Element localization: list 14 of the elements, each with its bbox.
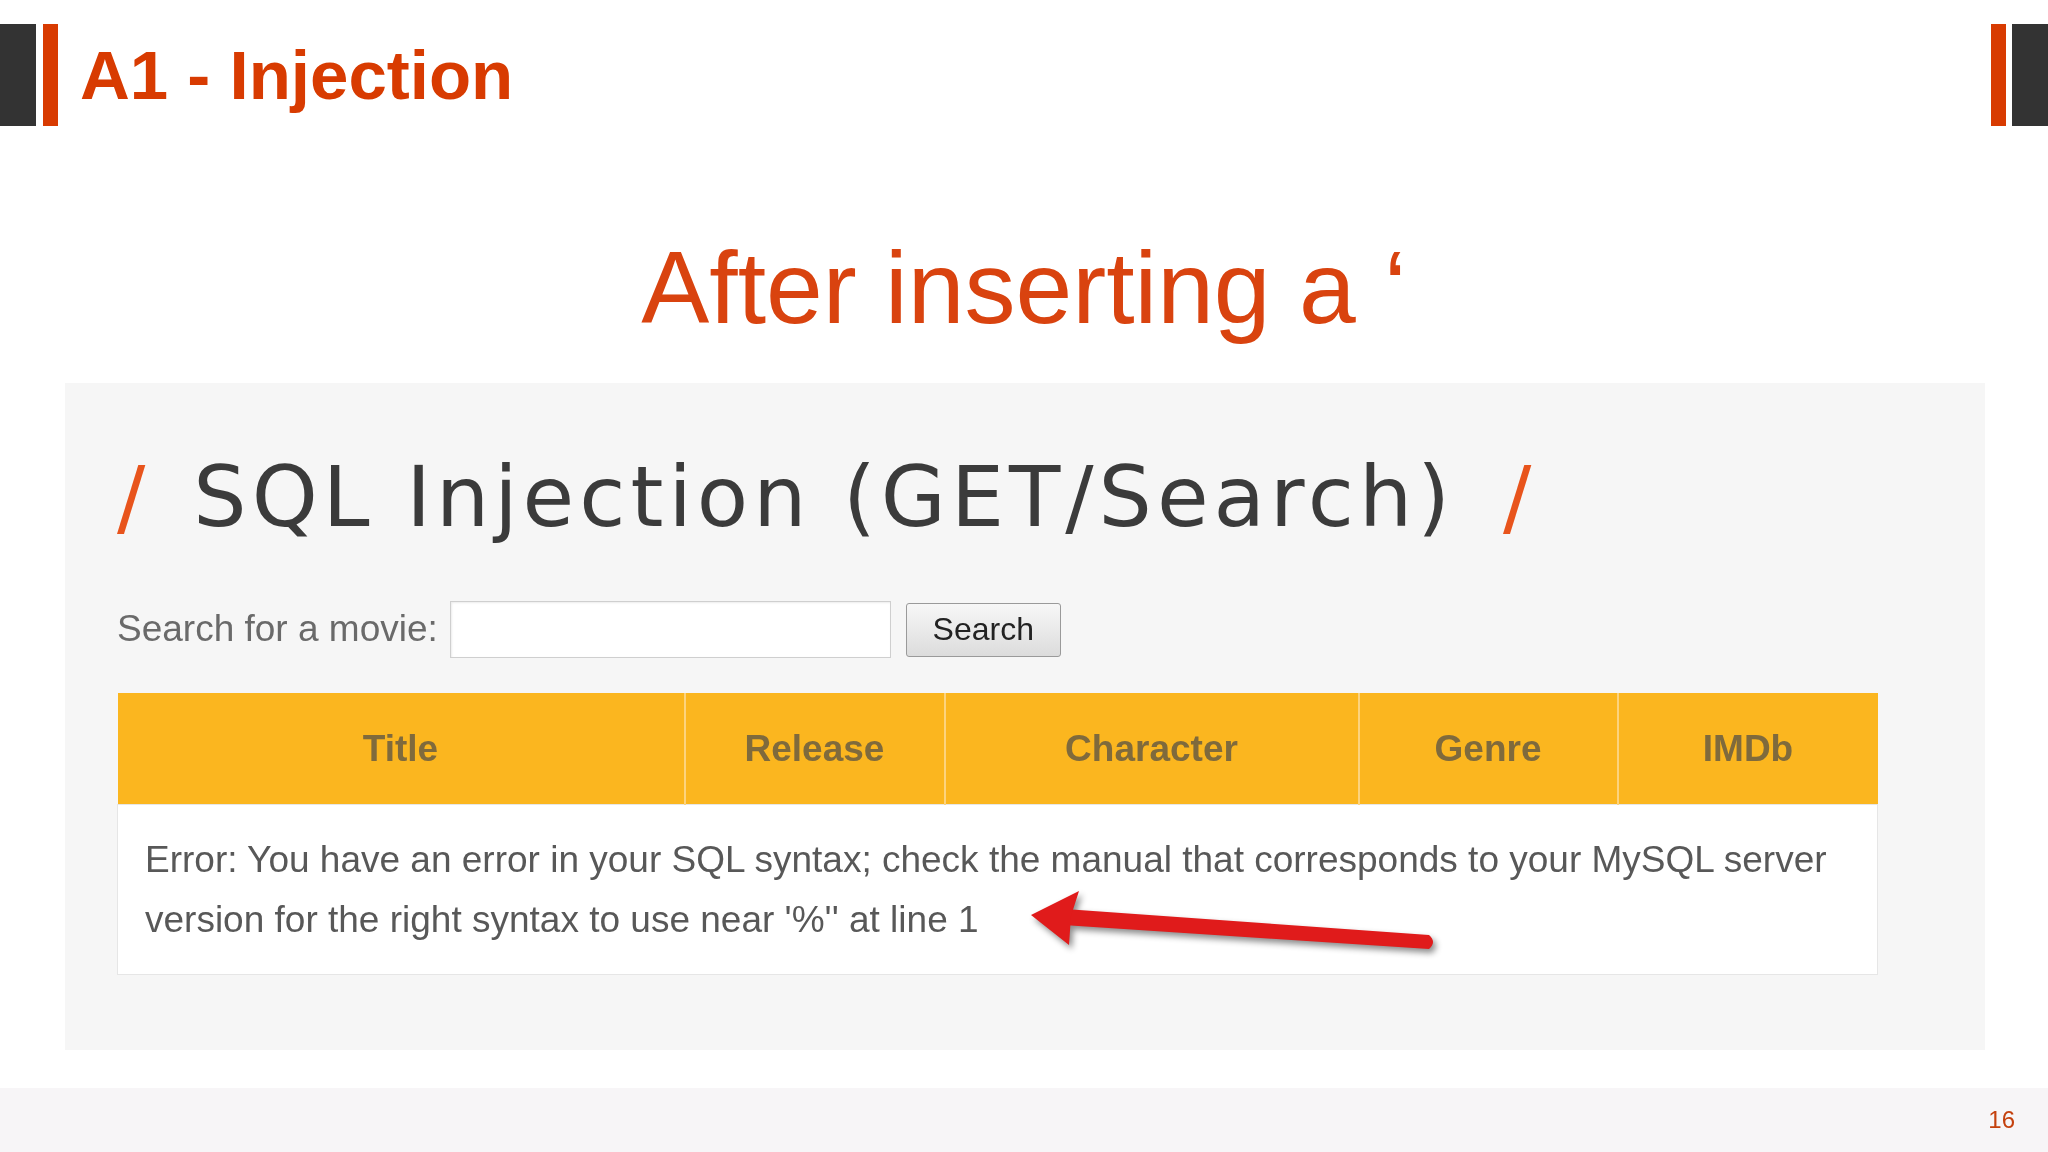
- heading-slash: /: [117, 452, 146, 543]
- slide-subtitle: After inserting a ‘: [641, 231, 1407, 345]
- search-button[interactable]: Search: [905, 602, 1061, 657]
- error-message: Error: You have an error in your SQL syntax; check the manual that corresponds to your MySQL server version for the right syntax to use near '%'' at line 1: [117, 804, 1878, 975]
- column-header: Title: [117, 693, 685, 805]
- column-header: IMDb: [1617, 693, 1878, 805]
- column-header: Release: [684, 693, 945, 805]
- search-label: Search for a movie:: [117, 607, 438, 652]
- search-field[interactable]: [449, 601, 891, 658]
- column-header: Genre: [1358, 693, 1618, 805]
- page-number: 16: [1988, 1108, 2015, 1132]
- page-heading: SQL Injection (GET/Search): [193, 452, 1455, 543]
- column-header: Character: [944, 693, 1359, 805]
- heading-slash: /: [1503, 452, 1532, 543]
